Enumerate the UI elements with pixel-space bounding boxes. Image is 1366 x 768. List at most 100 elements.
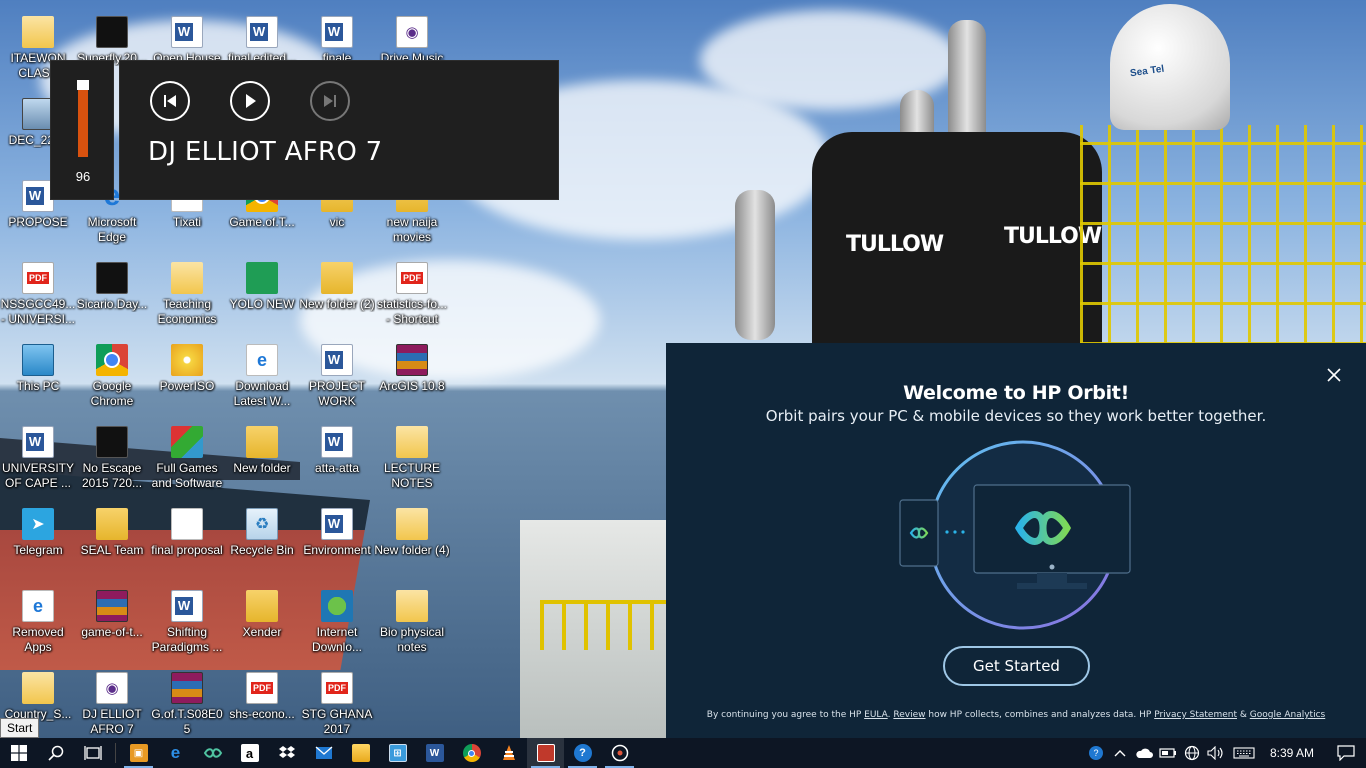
chevron-up-icon <box>1114 750 1126 757</box>
pdf-icon: PDF <box>22 262 54 294</box>
review-link[interactable]: Review <box>893 710 925 720</box>
volume-slider[interactable] <box>77 80 89 221</box>
desktop-icon[interactable]: New folder (2) <box>299 256 375 336</box>
taskbar-app-photo[interactable] <box>527 738 564 768</box>
desktop-icon[interactable]: ♻ Recycle Bin <box>224 502 300 582</box>
desktop-icon-label: STG GHANA 2017 <box>301 707 373 736</box>
desktop-icon-label: Shifting Paradigms ... <box>151 625 223 654</box>
taskbar-app-file-explorer[interactable] <box>342 738 379 768</box>
battery-tray-button[interactable] <box>1156 738 1180 768</box>
desktop-icon[interactable]: PowerISO <box>149 338 225 418</box>
desktop-icon[interactable]: LECTURE NOTES <box>374 420 450 500</box>
desktop-icon[interactable]: e Download Latest W... <box>224 338 300 418</box>
onedrive-tray-button[interactable] <box>1132 738 1156 768</box>
desktop-icon[interactable]: game-of-t... <box>74 584 150 664</box>
legal-prefix: By continuing you agree to the HP <box>706 710 865 720</box>
taskbar-app-mail[interactable] <box>305 738 342 768</box>
hp-orbit-icon <box>203 748 222 758</box>
taskbar: ▣ e a ⊞ W ? ? 8:39 AM <box>0 738 1366 768</box>
desktop-icon[interactable]: New folder (4) <box>374 502 450 582</box>
orbit-title: Welcome to HP Orbit! <box>903 382 1129 404</box>
desktop-icon[interactable]: ArcGIS 10.8 <box>374 338 450 418</box>
desktop-icon[interactable]: SEAL Team <box>74 502 150 582</box>
windows-logo-icon <box>10 745 27 761</box>
desktop-icon[interactable]: YOLO NEW <box>224 256 300 336</box>
previous-track-button[interactable] <box>150 81 190 121</box>
search-button[interactable] <box>37 738 74 768</box>
desktop-icon[interactable]: Internet Downlo... <box>299 584 375 664</box>
desktop-icon-label: New folder (4) <box>374 543 450 557</box>
taskbar-app-chrome[interactable] <box>453 738 490 768</box>
winrar-icon <box>171 672 203 704</box>
desktop-icon[interactable]: Full Games and Software <box>149 420 225 500</box>
eula-link[interactable]: EULA <box>864 710 888 720</box>
desktop-icon[interactable]: PROJECT WORK <box>299 338 375 418</box>
orbit-legal-text: By continuing you agree to the HP EULA. … <box>666 710 1366 720</box>
desktop-icon[interactable]: Bio physical notes <box>374 584 450 664</box>
taskbar-app-groove-music[interactable] <box>601 738 638 768</box>
show-hidden-icons-button[interactable] <box>1108 738 1132 768</box>
taskbar-app-dropbox[interactable] <box>268 738 305 768</box>
taskbar-app-edge[interactable]: e <box>157 738 194 768</box>
desktop-icon[interactable]: New folder <box>224 420 300 500</box>
desktop-icon-label: New folder <box>233 461 291 475</box>
video-icon <box>96 426 128 458</box>
desktop-icon[interactable]: PDF statistics-fo... - Shortcut <box>374 256 450 336</box>
taskbar-app-hp-orbit[interactable] <box>194 738 231 768</box>
desktop-icon-label: vic <box>329 215 345 229</box>
desktop-icon-label: Full Games and Software <box>151 461 223 490</box>
next-track-button[interactable] <box>310 81 350 121</box>
desktop-icon-label: ArcGIS 10.8 <box>379 379 445 393</box>
taskbar-app-store[interactable]: ▣ <box>120 738 157 768</box>
desktop-icon[interactable]: ➤ Telegram <box>0 502 76 582</box>
help-tray-icon: ? <box>1088 746 1103 760</box>
folder-doc-icon <box>22 16 54 48</box>
desktop-icon[interactable]: e Removed Apps <box>0 584 76 664</box>
taskbar-app-vlc[interactable] <box>490 738 527 768</box>
network-tray-button[interactable] <box>1180 738 1204 768</box>
taskbar-separator <box>115 743 116 763</box>
desktop-icon[interactable]: final proposal <box>149 502 225 582</box>
desktop-icon[interactable]: PDF NSSGCC49... - UNIVERSI... <box>0 256 76 336</box>
privacy-statement-link[interactable]: Privacy Statement <box>1154 710 1237 720</box>
taskbar-app-amazon[interactable]: a <box>231 738 268 768</box>
touch-keyboard-button[interactable] <box>1228 738 1260 768</box>
video-icon <box>96 16 128 48</box>
taskbar-clock[interactable]: 8:39 AM <box>1260 746 1326 760</box>
hp-orbit-welcome-panel: Welcome to HP Orbit! Orbit pairs your PC… <box>666 343 1366 738</box>
action-center-button[interactable] <box>1326 738 1366 768</box>
desktop-icon[interactable]: PDF shs-econo... <box>224 666 300 746</box>
play-icon <box>246 94 256 108</box>
folder-icon <box>246 426 278 458</box>
dome-label: Sea Tel <box>1129 63 1165 80</box>
desktop-icon[interactable]: UNIVERSITY OF CAPE ... <box>0 420 76 500</box>
desktop-icon[interactable]: PDF STG GHANA 2017 <box>299 666 375 746</box>
desktop-icon[interactable]: atta-atta <box>299 420 375 500</box>
desktop-icon-label: UNIVERSITY OF CAPE ... <box>1 461 74 490</box>
start-button[interactable] <box>0 738 37 768</box>
desktop-icon[interactable]: Sicario.Day... <box>74 256 150 336</box>
desktop-icon[interactable]: Shifting Paradigms ... <box>149 584 225 664</box>
desktop-icon[interactable]: No Escape 2015 720... <box>74 420 150 500</box>
play-button[interactable] <box>230 81 270 121</box>
volume-slider-thumb[interactable] <box>77 80 89 90</box>
taskbar-app-help[interactable]: ? <box>564 738 601 768</box>
help-tray-button[interactable]: ? <box>1084 738 1108 768</box>
desktop-icon[interactable]: Environment <box>299 502 375 582</box>
task-view-button[interactable] <box>74 738 111 768</box>
desktop-icon[interactable]: ◉ DJ ELLIOT AFRO 7 <box>74 666 150 746</box>
desktop-icon[interactable]: This PC <box>0 338 76 418</box>
volume-tray-button[interactable] <box>1204 738 1228 768</box>
file-explorer-icon <box>351 744 370 762</box>
google-analytics-link[interactable]: Google Analytics <box>1250 710 1325 720</box>
taskbar-app-word[interactable]: W <box>416 738 453 768</box>
folder-doc-icon <box>171 262 203 294</box>
desktop-icon[interactable]: G.of.T.S08E05 <box>149 666 225 746</box>
taskbar-app-network[interactable]: ⊞ <box>379 738 416 768</box>
desktop-icon-label: Game.of.T... <box>229 215 295 229</box>
desktop-icon[interactable]: Teaching Economics <box>149 256 225 336</box>
desktop-icon[interactable]: Xender <box>224 584 300 664</box>
desktop-icon[interactable]: Google Chrome <box>74 338 150 418</box>
volume-slider-fill <box>78 84 88 157</box>
get-started-button[interactable]: Get Started <box>943 646 1090 686</box>
